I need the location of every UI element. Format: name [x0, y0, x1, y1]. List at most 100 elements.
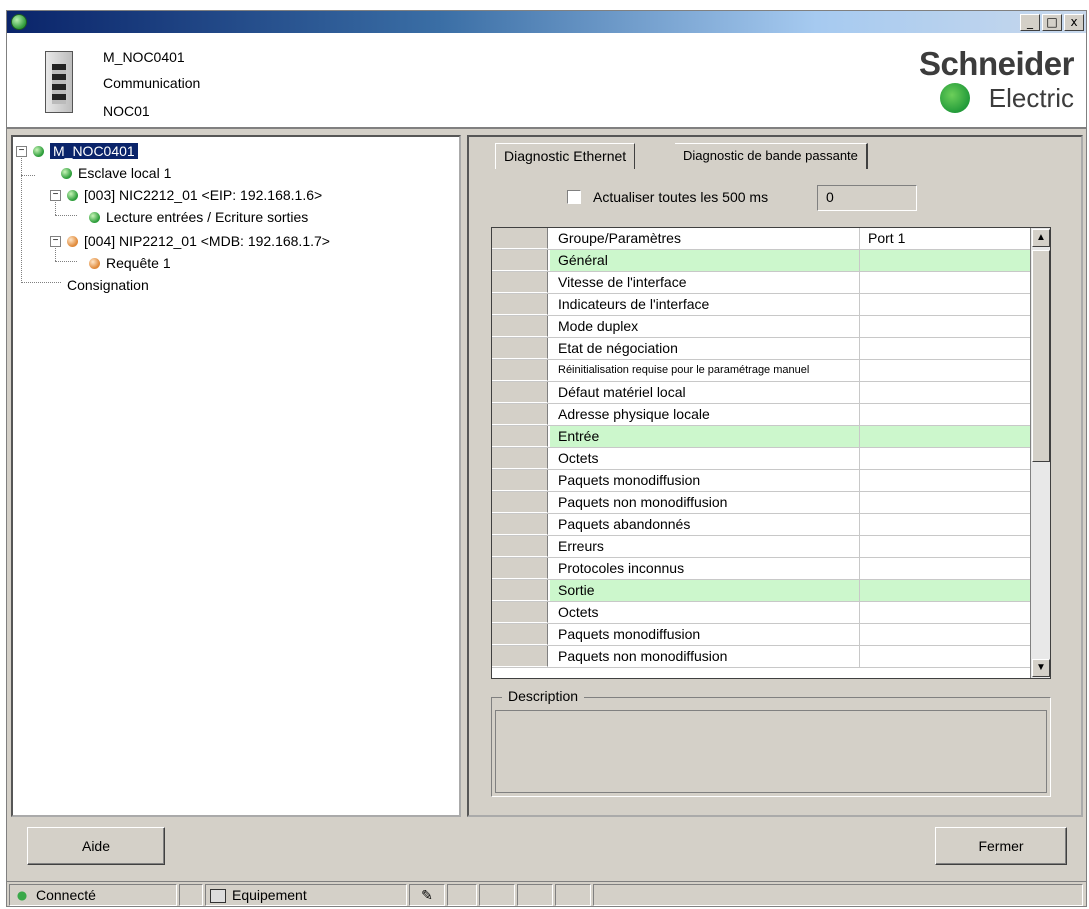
table-scrollbar[interactable]: ▲ ▼ — [1030, 228, 1050, 678]
port1-value-cell — [860, 558, 1030, 579]
tree-collapse-root[interactable]: − — [16, 146, 27, 157]
row-header-cell[interactable] — [492, 602, 548, 623]
parameter-cell: Protocoles inconnus — [550, 558, 860, 579]
module-type: Communication — [103, 75, 201, 91]
column-header-parameters[interactable]: Groupe/Paramètres — [550, 228, 860, 249]
scroll-down-button[interactable]: ▼ — [1032, 659, 1050, 677]
row-header-cell[interactable] — [492, 250, 548, 271]
tree-item-device-nip2212[interactable]: [004] NIP2212_01 <MDB: 192.168.1.7> — [67, 233, 330, 249]
row-header-cell[interactable] — [492, 558, 548, 579]
parameter-cell: Erreurs — [550, 536, 860, 557]
refresh-label: Actualiser toutes les 500 ms — [593, 189, 769, 205]
maximize-button[interactable]: □ — [1042, 14, 1062, 31]
table-row[interactable]: Paquets non monodiffusion — [492, 492, 1030, 514]
row-header-cell[interactable] — [492, 404, 548, 425]
tree-item-request[interactable]: Requête 1 — [89, 255, 171, 271]
row-header-cell[interactable] — [492, 514, 548, 535]
table-row[interactable]: Mode duplex — [492, 316, 1030, 338]
table-row[interactable]: Vitesse de l'interface — [492, 272, 1030, 294]
table-group-row[interactable]: Général — [492, 250, 1030, 272]
module-image — [45, 51, 73, 113]
device-header: M_NOC0401 Communication NOC01 Schneider … — [7, 33, 1086, 129]
row-header-cell[interactable] — [492, 360, 548, 381]
table-row[interactable]: Paquets abandonnés — [492, 514, 1030, 536]
tree-item-root[interactable]: M_NOC0401 — [33, 143, 138, 159]
row-header-cell[interactable] — [492, 294, 548, 315]
close-window-button[interactable]: x — [1064, 14, 1084, 31]
status-bar: Connecté Equipement ✎ — [7, 881, 1086, 907]
column-header-port1[interactable]: Port 1 — [860, 228, 1030, 249]
row-header-cell[interactable] — [492, 624, 548, 645]
status-ok-icon — [89, 211, 100, 223]
table-row[interactable]: Etat de négociation — [492, 338, 1030, 360]
table-row[interactable]: Erreurs — [492, 536, 1030, 558]
port1-value-cell — [860, 426, 1030, 447]
tree-collapse-device1[interactable]: − — [50, 190, 61, 201]
tree-item-device-nic2212[interactable]: [003] NIC2212_01 <EIP: 192.168.1.6> — [67, 187, 322, 203]
device-tree[interactable]: − M_NOC0401 Esclave local 1 − [003] NIC2… — [11, 135, 461, 817]
table-row[interactable]: Paquets non monodiffusion — [492, 646, 1030, 668]
status-warning-icon — [89, 257, 100, 269]
help-button[interactable]: Aide — [27, 827, 165, 865]
row-header-cell[interactable] — [492, 338, 548, 359]
logo-mark-icon — [940, 83, 970, 113]
port1-value-cell — [860, 338, 1030, 359]
port1-value-cell — [860, 272, 1030, 293]
row-header-cell[interactable] — [492, 536, 548, 557]
row-header-cell[interactable] — [492, 426, 548, 447]
row-header-cell[interactable] — [492, 580, 548, 601]
row-header-cell[interactable] — [492, 272, 548, 293]
row-header-cell[interactable] — [492, 646, 548, 667]
tree-item-log[interactable]: Consignation — [67, 277, 149, 293]
table-row[interactable]: Paquets monodiffusion — [492, 624, 1030, 646]
table-row[interactable]: Paquets monodiffusion — [492, 470, 1030, 492]
table-row[interactable]: Adresse physique locale — [492, 404, 1030, 426]
table-row[interactable]: Indicateurs de l'interface — [492, 294, 1030, 316]
row-header-cell[interactable] — [492, 492, 548, 513]
port1-value-cell — [860, 646, 1030, 667]
parameter-cell: Mode duplex — [550, 316, 860, 337]
parameter-cell: Paquets non monodiffusion — [550, 646, 860, 667]
status-ok-icon — [33, 145, 44, 157]
table-group-row[interactable]: Entrée — [492, 426, 1030, 448]
connection-status: Connecté — [9, 884, 177, 906]
parameter-cell: Général — [550, 250, 860, 271]
diagnostic-panel: Diagnostic Ethernet Diagnostic de bande … — [467, 135, 1083, 817]
close-button[interactable]: Fermer — [935, 827, 1067, 865]
description-group: Description — [491, 688, 1051, 797]
table-row[interactable]: Défaut matériel local — [492, 382, 1030, 404]
port1-value-cell — [860, 382, 1030, 403]
port1-value-cell — [860, 624, 1030, 645]
app-icon — [11, 14, 27, 30]
table-row[interactable]: Octets — [492, 448, 1030, 470]
table-row[interactable]: Protocoles inconnus — [492, 558, 1030, 580]
parameter-cell: Paquets monodiffusion — [550, 470, 860, 491]
parameter-cell: Défaut matériel local — [550, 382, 860, 403]
row-header-cell[interactable] — [492, 382, 548, 403]
diagnostic-table[interactable]: Groupe/Paramètres Port 1 Général Vitesse … — [491, 227, 1051, 679]
tab-ethernet-diagnostic[interactable]: Diagnostic Ethernet — [495, 143, 636, 169]
parameter-cell: Réinitialisation requise pour le paramét… — [550, 360, 860, 381]
title-bar: _ □ x — [7, 11, 1086, 33]
status-ok-icon — [61, 167, 72, 179]
refresh-checkbox[interactable] — [567, 190, 581, 204]
scroll-up-button[interactable]: ▲ — [1032, 229, 1050, 247]
row-header-cell[interactable] — [492, 448, 548, 469]
table-row[interactable]: Réinitialisation requise pour le paramét… — [492, 360, 1030, 382]
table-group-row[interactable]: Sortie — [492, 580, 1030, 602]
row-header-cell[interactable] — [492, 470, 548, 491]
minimize-button[interactable]: _ — [1020, 14, 1040, 31]
table-row[interactable]: Octets — [492, 602, 1030, 624]
parameter-cell: Etat de négociation — [550, 338, 860, 359]
row-header-cell[interactable] — [492, 316, 548, 337]
parameter-cell: Paquets abandonnés — [550, 514, 860, 535]
tree-collapse-device2[interactable]: − — [50, 236, 61, 247]
tree-item-local-slave[interactable]: Esclave local 1 — [61, 165, 171, 181]
scroll-thumb[interactable] — [1032, 250, 1050, 462]
refresh-option[interactable]: Actualiser toutes les 500 ms — [567, 189, 768, 205]
tree-item-io-connection[interactable]: Lecture entrées / Ecriture sorties — [89, 209, 308, 225]
parameter-cell: Indicateurs de l'interface — [550, 294, 860, 315]
parameter-cell: Sortie — [550, 580, 860, 601]
tab-bandwidth-diagnostic[interactable]: Diagnostic de bande passante — [675, 143, 868, 169]
port1-value-cell — [860, 492, 1030, 513]
